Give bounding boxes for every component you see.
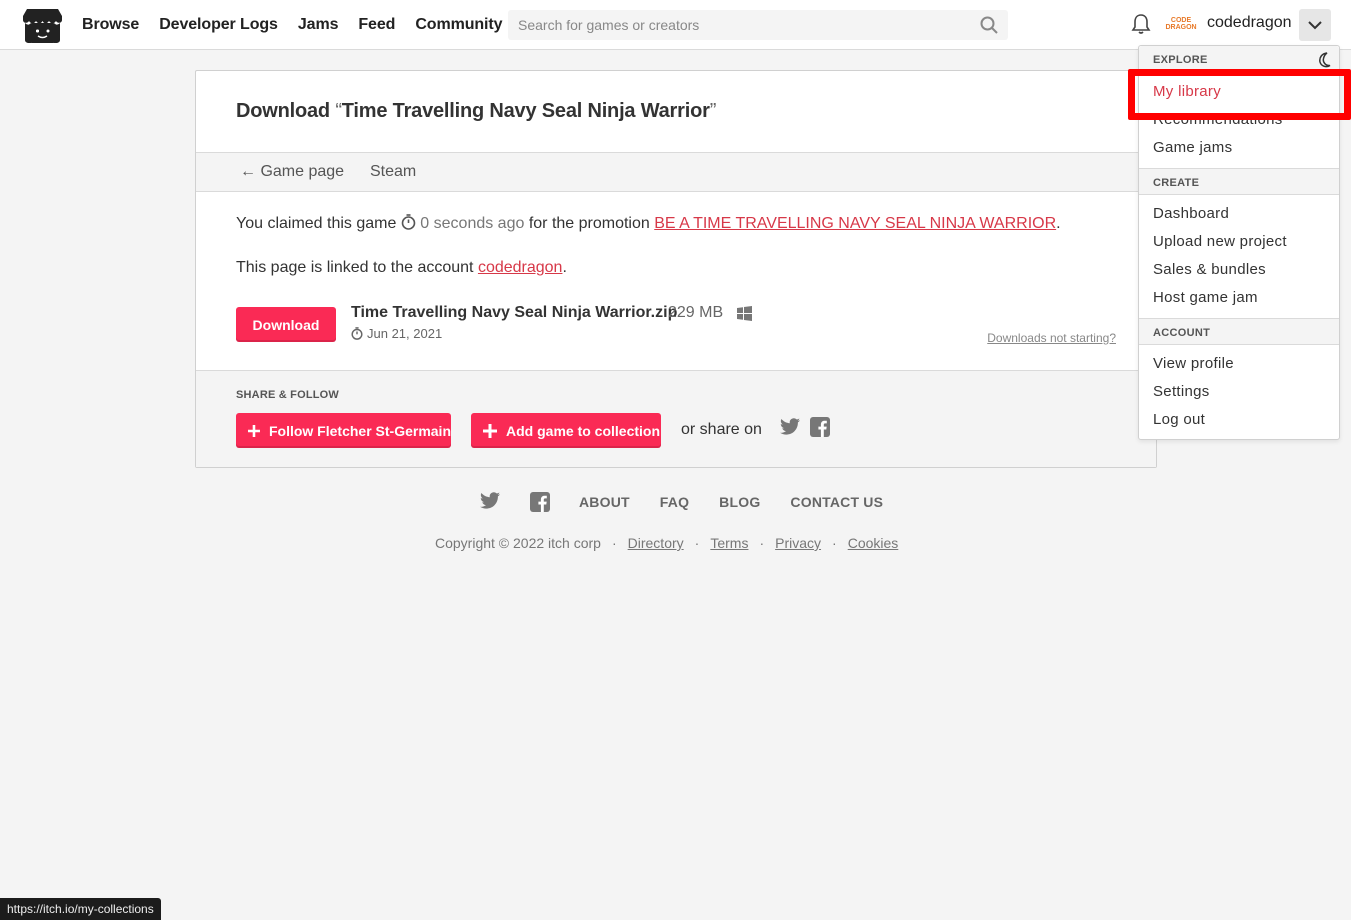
stopwatch-icon bbox=[401, 214, 416, 230]
claim-middle: for the promotion bbox=[528, 215, 650, 232]
directory-link[interactable]: Directory bbox=[628, 535, 684, 551]
add-to-collection-button[interactable]: Add game to collection bbox=[471, 413, 661, 448]
copyright-text: Copyright © 2022 itch corp bbox=[435, 535, 601, 551]
nav-feed[interactable]: Feed bbox=[358, 16, 395, 34]
moon-icon[interactable] bbox=[1317, 52, 1333, 68]
chevron-down-icon bbox=[1308, 20, 1322, 29]
nav-community[interactable]: Community bbox=[415, 16, 502, 34]
nav-jams[interactable]: Jams bbox=[298, 16, 339, 34]
file-name: Time Travelling Navy Seal Ninja Warrior.… bbox=[351, 304, 678, 321]
title-close-quote: ” bbox=[709, 100, 717, 122]
copyright-line: Copyright © 2022 itch corp · Directory · Ter… bbox=[435, 535, 899, 551]
steam-link[interactable]: Steam bbox=[370, 163, 416, 181]
download-button[interactable]: Download bbox=[236, 307, 336, 342]
search-input[interactable] bbox=[508, 10, 968, 40]
menu-log-out[interactable]: Log out bbox=[1153, 411, 1205, 428]
plus-icon bbox=[483, 423, 497, 438]
footer-contact-link[interactable]: CONTACT US bbox=[790, 494, 883, 510]
twitter-icon[interactable] bbox=[780, 418, 800, 436]
menu-settings[interactable]: Settings bbox=[1153, 383, 1210, 400]
menu-sales-bundles[interactable]: Sales & bundles bbox=[1153, 261, 1266, 278]
linked-prefix: This page is linked to the account bbox=[236, 259, 474, 276]
windows-icon bbox=[737, 306, 752, 321]
footer-links: ABOUT FAQ BLOG CONTACT US bbox=[579, 494, 913, 510]
account-heading: ACCOUNT bbox=[1139, 318, 1339, 345]
share-follow-section: SHARE & FOLLOW Follow Fletcher St-Germai… bbox=[196, 370, 1156, 467]
nav-developer-logs[interactable]: Developer Logs bbox=[159, 16, 278, 34]
download-card: Download “Time Travelling Navy Seal Ninj… bbox=[195, 70, 1157, 468]
footer-faq-link[interactable]: FAQ bbox=[660, 494, 689, 510]
site-header: Browse Developer Logs Jams Feed Communit… bbox=[0, 0, 1351, 50]
search-box bbox=[508, 10, 1008, 40]
file-date: Jun 21, 2021 bbox=[351, 326, 442, 341]
downloads-not-starting-link[interactable]: Downloads not starting? bbox=[987, 331, 1116, 345]
share-on-text: or share on bbox=[681, 421, 762, 438]
itch-logo-icon[interactable] bbox=[23, 7, 62, 43]
game-title: Time Travelling Navy Seal Ninja Warrior bbox=[341, 100, 710, 122]
browser-status-bar: https://itch.io/my-collections bbox=[0, 898, 161, 920]
menu-view-profile[interactable]: View profile bbox=[1153, 355, 1234, 372]
claim-prefix: You claimed this game bbox=[236, 215, 397, 232]
footer-twitter-icon[interactable] bbox=[480, 492, 500, 510]
create-heading: CREATE bbox=[1139, 168, 1339, 195]
avatar[interactable]: CODE DRAGON bbox=[1165, 12, 1196, 36]
highlight-annotation-box bbox=[1128, 69, 1351, 120]
facebook-icon[interactable] bbox=[810, 417, 830, 437]
footer-facebook-icon[interactable] bbox=[530, 492, 550, 512]
footer-blog-link[interactable]: BLOG bbox=[719, 494, 760, 510]
username[interactable]: codedragon bbox=[1207, 14, 1292, 32]
footer-about-link[interactable]: ABOUT bbox=[579, 494, 630, 510]
sub-navigation: ← Game page Steam bbox=[196, 152, 1156, 192]
plus-icon bbox=[248, 424, 260, 437]
search-icon[interactable] bbox=[980, 16, 998, 34]
page-title: Download “Time Travelling Navy Seal Ninj… bbox=[236, 100, 716, 123]
menu-game-jams[interactable]: Game jams bbox=[1153, 139, 1232, 156]
linked-account-link[interactable]: codedragon bbox=[478, 259, 563, 276]
menu-upload-new-project[interactable]: Upload new project bbox=[1153, 233, 1287, 250]
share-heading: SHARE & FOLLOW bbox=[236, 389, 340, 401]
game-page-link[interactable]: ← Game page bbox=[240, 163, 344, 181]
privacy-link[interactable]: Privacy bbox=[775, 535, 821, 551]
user-menu-toggle[interactable] bbox=[1299, 9, 1331, 41]
stopwatch-icon bbox=[351, 327, 363, 340]
claim-time: 0 seconds ago bbox=[420, 215, 525, 232]
file-date-text: Jun 21, 2021 bbox=[367, 326, 443, 341]
nav-browse[interactable]: Browse bbox=[82, 16, 139, 34]
bell-icon[interactable] bbox=[1130, 13, 1152, 35]
linked-account-text: This page is linked to the account coded… bbox=[236, 259, 567, 276]
cookies-link[interactable]: Cookies bbox=[848, 535, 899, 551]
title-prefix: Download bbox=[236, 100, 330, 122]
menu-host-game-jam[interactable]: Host game jam bbox=[1153, 289, 1258, 306]
follow-label: Follow Fletcher St-Germain bbox=[268, 422, 451, 439]
file-size: 229 MB bbox=[668, 304, 724, 321]
promotion-link[interactable]: BE A TIME TRAVELLING NAVY SEAL NINJA WAR… bbox=[654, 215, 1056, 232]
menu-dashboard[interactable]: Dashboard bbox=[1153, 205, 1229, 222]
claim-text: You claimed this game 0 seconds ago for … bbox=[236, 214, 1061, 232]
add-collection-label: Add game to collection bbox=[506, 422, 661, 439]
follow-button[interactable]: Follow Fletcher St-Germain bbox=[236, 413, 451, 448]
terms-link[interactable]: Terms bbox=[710, 535, 748, 551]
main-nav: Browse Developer Logs Jams Feed Communit… bbox=[82, 0, 522, 50]
